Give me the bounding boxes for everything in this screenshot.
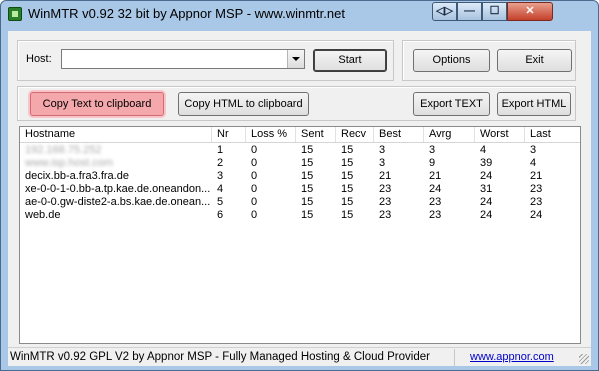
start-button[interactable]: Start: [313, 49, 387, 72]
column-avrg[interactable]: Avrg: [424, 127, 475, 142]
copy-html-button[interactable]: Copy HTML to clipboard: [178, 92, 309, 116]
recv-cell: 15: [341, 183, 354, 195]
host-input[interactable]: [62, 50, 286, 68]
best-cell: 21: [379, 170, 392, 182]
title-bar[interactable]: WinMTR v0.92 32 bit by Appnor MSP - www.…: [1, 1, 598, 27]
table-row[interactable]: 192.168.75.252 1 0 15 15 3 3 4 3: [20, 144, 580, 157]
results-table[interactable]: Hostname Nr Loss % Sent Recv Best Avrg W…: [19, 126, 581, 344]
table-row[interactable]: xe-0-0-1-0.bb-a.tp.kae.de.oneandon... 4 …: [20, 183, 580, 196]
column-recv[interactable]: Recv: [336, 127, 374, 142]
last-cell: 3: [530, 144, 537, 156]
column-loss[interactable]: Loss %: [246, 127, 296, 142]
table-header: Hostname Nr Loss % Sent Recv Best Avrg W…: [20, 127, 580, 143]
client-area: Host: Start Options Exit Copy Text to cl…: [8, 31, 591, 366]
last-cell: 24: [530, 209, 543, 221]
host-label: Host:: [26, 53, 52, 65]
nr-cell: 5: [217, 196, 224, 208]
avrg-cell: 21: [429, 170, 442, 182]
nr-cell: 4: [217, 183, 224, 195]
column-nr[interactable]: Nr: [212, 127, 246, 142]
loss-cell: 0: [251, 170, 258, 182]
avrg-cell: 3: [429, 144, 436, 156]
worst-cell: 24: [480, 209, 493, 221]
minimize-button[interactable]: —: [457, 2, 482, 21]
recv-cell: 15: [341, 209, 354, 221]
table-row[interactable]: www.isp.host.com 2 0 15 15 3 9 39 4: [20, 157, 580, 170]
recv-cell: 15: [341, 157, 354, 169]
last-cell: 23: [530, 196, 543, 208]
status-text: WinMTR v0.92 GPL V2 by Appnor MSP - Full…: [8, 349, 455, 366]
sent-cell: 15: [301, 209, 314, 221]
nr-cell: 6: [217, 209, 224, 221]
sent-cell: 15: [301, 144, 314, 156]
last-cell: 23: [530, 183, 543, 195]
loss-cell: 0: [251, 157, 258, 169]
column-best[interactable]: Best: [374, 127, 424, 142]
best-cell: 23: [379, 209, 392, 221]
last-cell: 21: [530, 170, 543, 182]
column-hostname[interactable]: Hostname: [20, 127, 212, 142]
resize-grip-icon[interactable]: [579, 354, 589, 364]
best-cell: 3: [379, 144, 386, 156]
hostname-cell: decix.bb-a.fra3.fra.de: [25, 170, 129, 182]
column-sent[interactable]: Sent: [296, 127, 336, 142]
avrg-cell: 9: [429, 157, 436, 169]
options-button[interactable]: Options: [413, 49, 490, 72]
sent-cell: 15: [301, 183, 314, 195]
loss-cell: 0: [251, 209, 258, 221]
nr-cell: 2: [217, 157, 224, 169]
close-button[interactable]: ✕: [507, 2, 553, 21]
winmtr-app-icon: [8, 7, 22, 21]
nr-cell: 1: [217, 144, 224, 156]
recv-cell: 15: [341, 196, 354, 208]
recv-cell: 15: [341, 144, 354, 156]
host-combobox[interactable]: [61, 49, 305, 69]
window-switch-button[interactable]: ◁▷: [432, 2, 457, 21]
recv-cell: 15: [341, 170, 354, 182]
hostname-cell: web.de: [25, 209, 61, 221]
loss-cell: 0: [251, 196, 258, 208]
maximize-button[interactable]: ☐: [482, 2, 507, 21]
worst-cell: 39: [480, 157, 493, 169]
avrg-cell: 24: [429, 183, 442, 195]
hostname-cell: www.isp.host.com: [25, 157, 114, 169]
table-row[interactable]: ae-0-0.gw-diste2-a.bs.kae.de.onean... 5 …: [20, 196, 580, 209]
copy-text-button[interactable]: Copy Text to clipboard: [30, 92, 164, 116]
hostname-cell: xe-0-0-1-0.bb-a.tp.kae.de.oneandon...: [25, 183, 211, 195]
avrg-cell: 23: [429, 209, 442, 221]
loss-cell: 0: [251, 144, 258, 156]
best-cell: 23: [379, 183, 392, 195]
export-text-button[interactable]: Export TEXT: [413, 92, 490, 116]
exit-button[interactable]: Exit: [497, 49, 572, 72]
nr-cell: 3: [217, 170, 224, 182]
sent-cell: 15: [301, 170, 314, 182]
avrg-cell: 23: [429, 196, 442, 208]
worst-cell: 31: [480, 183, 493, 195]
loss-cell: 0: [251, 183, 258, 195]
best-cell: 23: [379, 196, 392, 208]
table-row[interactable]: web.de 6 0 15 15 23 23 24 24: [20, 209, 580, 222]
app-window: WinMTR v0.92 32 bit by Appnor MSP - www.…: [0, 0, 599, 371]
chevron-down-icon[interactable]: [287, 50, 304, 68]
export-html-button[interactable]: Export HTML: [497, 92, 571, 116]
worst-cell: 24: [480, 170, 493, 182]
window-title: WinMTR v0.92 32 bit by Appnor MSP - www.…: [28, 6, 345, 21]
column-last[interactable]: Last: [525, 127, 580, 142]
column-worst[interactable]: Worst: [475, 127, 525, 142]
worst-cell: 4: [480, 144, 487, 156]
best-cell: 3: [379, 157, 386, 169]
worst-cell: 24: [480, 196, 493, 208]
sent-cell: 15: [301, 157, 314, 169]
appnor-link[interactable]: www.appnor.com: [470, 351, 554, 363]
hostname-cell: ae-0-0.gw-diste2-a.bs.kae.de.onean...: [25, 196, 211, 208]
table-row[interactable]: decix.bb-a.fra3.fra.de 3 0 15 15 21 21 2…: [20, 170, 580, 183]
hostname-cell: 192.168.75.252: [25, 144, 102, 156]
sent-cell: 15: [301, 196, 314, 208]
last-cell: 4: [530, 157, 537, 169]
status-bar: WinMTR v0.92 GPL V2 by Appnor MSP - Full…: [8, 347, 591, 366]
